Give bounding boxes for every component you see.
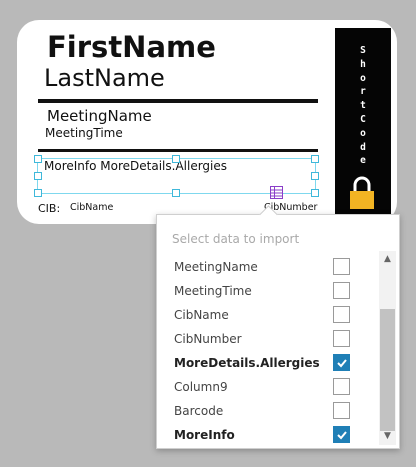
list-item-label: CibNumber (174, 332, 242, 346)
popup-title: Select data to import (172, 232, 300, 246)
list-item[interactable]: MoreDetails.Allergies (157, 351, 379, 375)
table-icon[interactable] (270, 186, 283, 199)
resize-handle[interactable] (34, 155, 42, 163)
divider-top (38, 99, 318, 103)
list-item[interactable]: Barcode (157, 399, 379, 423)
list-item-checkbox[interactable] (333, 402, 350, 419)
field-list: MeetingName MeetingTime CibName CibNumbe… (157, 251, 379, 447)
cib-label: CIB: (38, 202, 61, 215)
data-import-popup: Select data to import MeetingName Meetin… (156, 214, 400, 449)
resize-handle[interactable] (311, 189, 319, 197)
list-item-label: MoreDetails.Allergies (174, 356, 320, 370)
first-name-field[interactable]: FirstName (47, 30, 216, 64)
list-item[interactable]: CibName (157, 303, 379, 327)
list-item-label: MeetingName (174, 260, 258, 274)
list-item[interactable]: CibNumber (157, 327, 379, 351)
list-item[interactable]: MeetingTime (157, 279, 379, 303)
resize-handle[interactable] (172, 155, 180, 163)
resize-handle[interactable] (34, 172, 42, 180)
last-name-field[interactable]: LastName (44, 64, 165, 92)
resize-handle[interactable] (34, 189, 42, 197)
list-item-label: Column9 (174, 380, 228, 394)
scroll-down-icon[interactable]: ▼ (379, 428, 396, 445)
scroll-thumb[interactable] (380, 309, 395, 431)
list-item-checkbox[interactable] (333, 354, 350, 371)
list-item-label: MeetingTime (174, 284, 252, 298)
short-code-strip: S h o r t C o d e (335, 28, 391, 216)
lock-icon (350, 176, 374, 209)
resize-handle[interactable] (311, 172, 319, 180)
list-item-checkbox[interactable] (333, 330, 350, 347)
list-item-checkbox[interactable] (333, 426, 350, 443)
list-item-checkbox[interactable] (333, 282, 350, 299)
scroll-up-icon[interactable]: ▲ (379, 251, 396, 268)
list-scrollbar[interactable]: ▲ ▼ (379, 251, 396, 445)
divider-bottom (38, 149, 318, 152)
list-item[interactable]: Column9 (157, 375, 379, 399)
short-code-text[interactable]: S h o r t C o d e (335, 44, 391, 168)
meeting-name-field[interactable]: MeetingName (47, 107, 152, 125)
list-item-label: Barcode (174, 404, 224, 418)
list-item-label: MoreInfo (174, 428, 235, 442)
list-item[interactable]: MoreInfo (157, 423, 379, 447)
badge-card: FirstName LastName MeetingName MeetingTi… (17, 20, 397, 224)
list-item[interactable]: MeetingName (157, 255, 379, 279)
list-item-checkbox[interactable] (333, 258, 350, 275)
cib-name-field[interactable]: CibName (70, 202, 113, 213)
list-item-checkbox[interactable] (333, 306, 350, 323)
list-item-checkbox[interactable] (333, 378, 350, 395)
list-item-label: CibName (174, 308, 229, 322)
meeting-time-field[interactable]: MeetingTime (45, 126, 123, 140)
resize-handle[interactable] (172, 189, 180, 197)
resize-handle[interactable] (311, 155, 319, 163)
